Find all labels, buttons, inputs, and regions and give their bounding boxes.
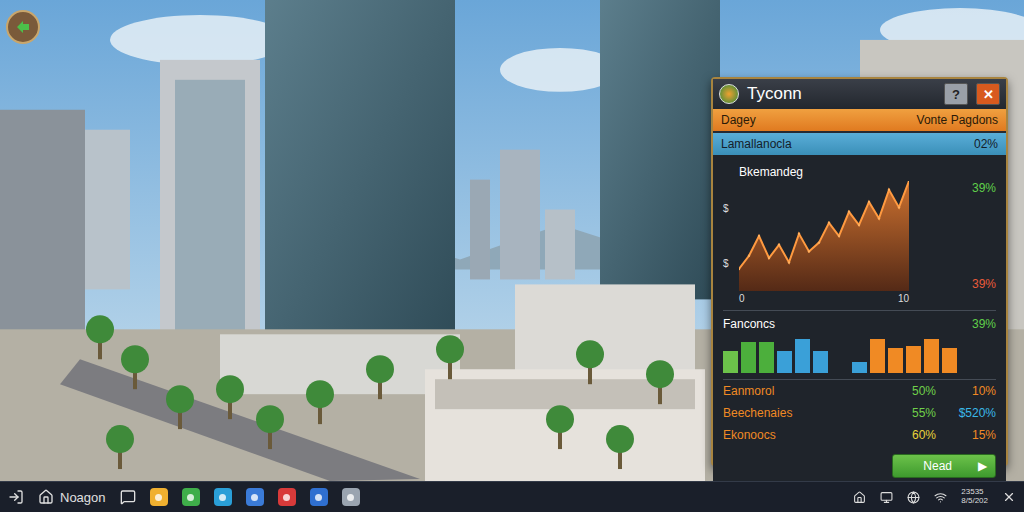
chart-point: [888, 189, 890, 191]
chart-point: [858, 224, 860, 226]
bar: [942, 348, 957, 373]
app-icon[interactable]: [278, 488, 296, 506]
chart-readings: 39%39%: [911, 181, 996, 291]
window-title: Tyconn: [747, 84, 936, 104]
panel-body: Bkemandeg$$ 39%39%010 Fanconcs 39% Eanmorol5…: [713, 155, 1006, 481]
logo-icon: [719, 84, 739, 104]
game-screen: Tyconn? ✕ DageyVonte PagdonsLamallanocla02…: [0, 0, 1024, 512]
app-icon[interactable]: [182, 488, 200, 506]
start-button[interactable]: [8, 489, 24, 505]
chart-point: [758, 235, 760, 237]
x-axis: 010: [739, 293, 909, 304]
chart-point: [868, 201, 870, 203]
back-button[interactable]: [6, 10, 40, 44]
highlight-row[interactable]: Lamallanocla02%: [713, 133, 1006, 155]
chat-icon: [120, 489, 136, 505]
app-icon[interactable]: [310, 488, 328, 506]
bar-chart-section: Fanconcs 39%: [723, 311, 996, 380]
app-icon[interactable]: [150, 488, 168, 506]
chart-point: [768, 257, 770, 259]
app-icon[interactable]: [246, 488, 264, 506]
bar: [741, 342, 756, 373]
arrow-icon: [14, 18, 32, 36]
y-axis: $$: [723, 181, 737, 291]
bar: [777, 351, 792, 373]
home-icon[interactable]: [853, 491, 866, 504]
bar-group: [852, 337, 957, 373]
search-button[interactable]: Noagon: [38, 489, 106, 505]
bar: [906, 346, 921, 373]
chart-point: [828, 222, 830, 224]
header-row: DageyVonte Pagdons: [713, 109, 1006, 131]
taskbar: Noagon 235358/5/202: [0, 481, 1024, 512]
chart-point: [808, 250, 810, 252]
bar: [795, 339, 810, 373]
chart-point: [818, 241, 820, 243]
chart-title: Fanconcs: [723, 317, 775, 331]
app-icon[interactable]: [214, 488, 232, 506]
stat-row: Ekonoocs60%15%: [723, 424, 996, 446]
bar-chart: [723, 337, 996, 373]
game-view[interactable]: Tyconn? ✕ DageyVonte PagdonsLamallanocla02…: [0, 0, 1024, 481]
bar: [924, 339, 939, 373]
clock[interactable]: 235358/5/202: [961, 488, 988, 506]
bar-group: [723, 337, 828, 373]
app-icon[interactable]: [342, 488, 360, 506]
chart-point: [778, 244, 780, 246]
bar: [870, 339, 885, 373]
bar: [759, 342, 774, 373]
chart-point: [748, 255, 750, 257]
bar: [813, 351, 828, 373]
stat-row: Beechenaies55%$520%: [723, 402, 996, 424]
line-chart: [739, 181, 909, 291]
chart-point: [788, 261, 790, 263]
close-icon[interactable]: [1002, 490, 1016, 504]
monitor-icon[interactable]: [880, 491, 893, 504]
next-button[interactable]: Nead▶: [892, 454, 996, 478]
stats-window[interactable]: Tyconn? ✕ DageyVonte PagdonsLamallanocla02…: [711, 77, 1008, 466]
globe-icon[interactable]: [907, 491, 920, 504]
bar: [888, 348, 903, 373]
bar: [723, 351, 738, 373]
chat-button[interactable]: [120, 489, 136, 505]
arrow-icon: ▶: [978, 459, 987, 473]
chart-point: [898, 206, 900, 208]
chart-title: Bkemandeg: [739, 165, 909, 179]
chart-point: [798, 233, 800, 235]
chart-point: [838, 235, 840, 237]
help-button[interactable]: ?: [944, 83, 968, 105]
start-icon: [8, 489, 24, 505]
chart-point: [848, 211, 850, 213]
home-icon: [38, 489, 54, 505]
chart-reading: 39%: [972, 317, 996, 331]
chart-point: [908, 181, 909, 182]
chart-point: [739, 268, 740, 270]
bar: [852, 362, 867, 373]
chart-point: [878, 217, 880, 219]
stat-row: Eanmorol50%10%: [723, 380, 996, 402]
wifi-icon[interactable]: [934, 491, 947, 504]
close-button[interactable]: ✕: [976, 83, 1000, 105]
line-chart-section: Bkemandeg$$ 39%39%010: [723, 155, 996, 311]
title-bar[interactable]: Tyconn? ✕: [713, 79, 1006, 109]
